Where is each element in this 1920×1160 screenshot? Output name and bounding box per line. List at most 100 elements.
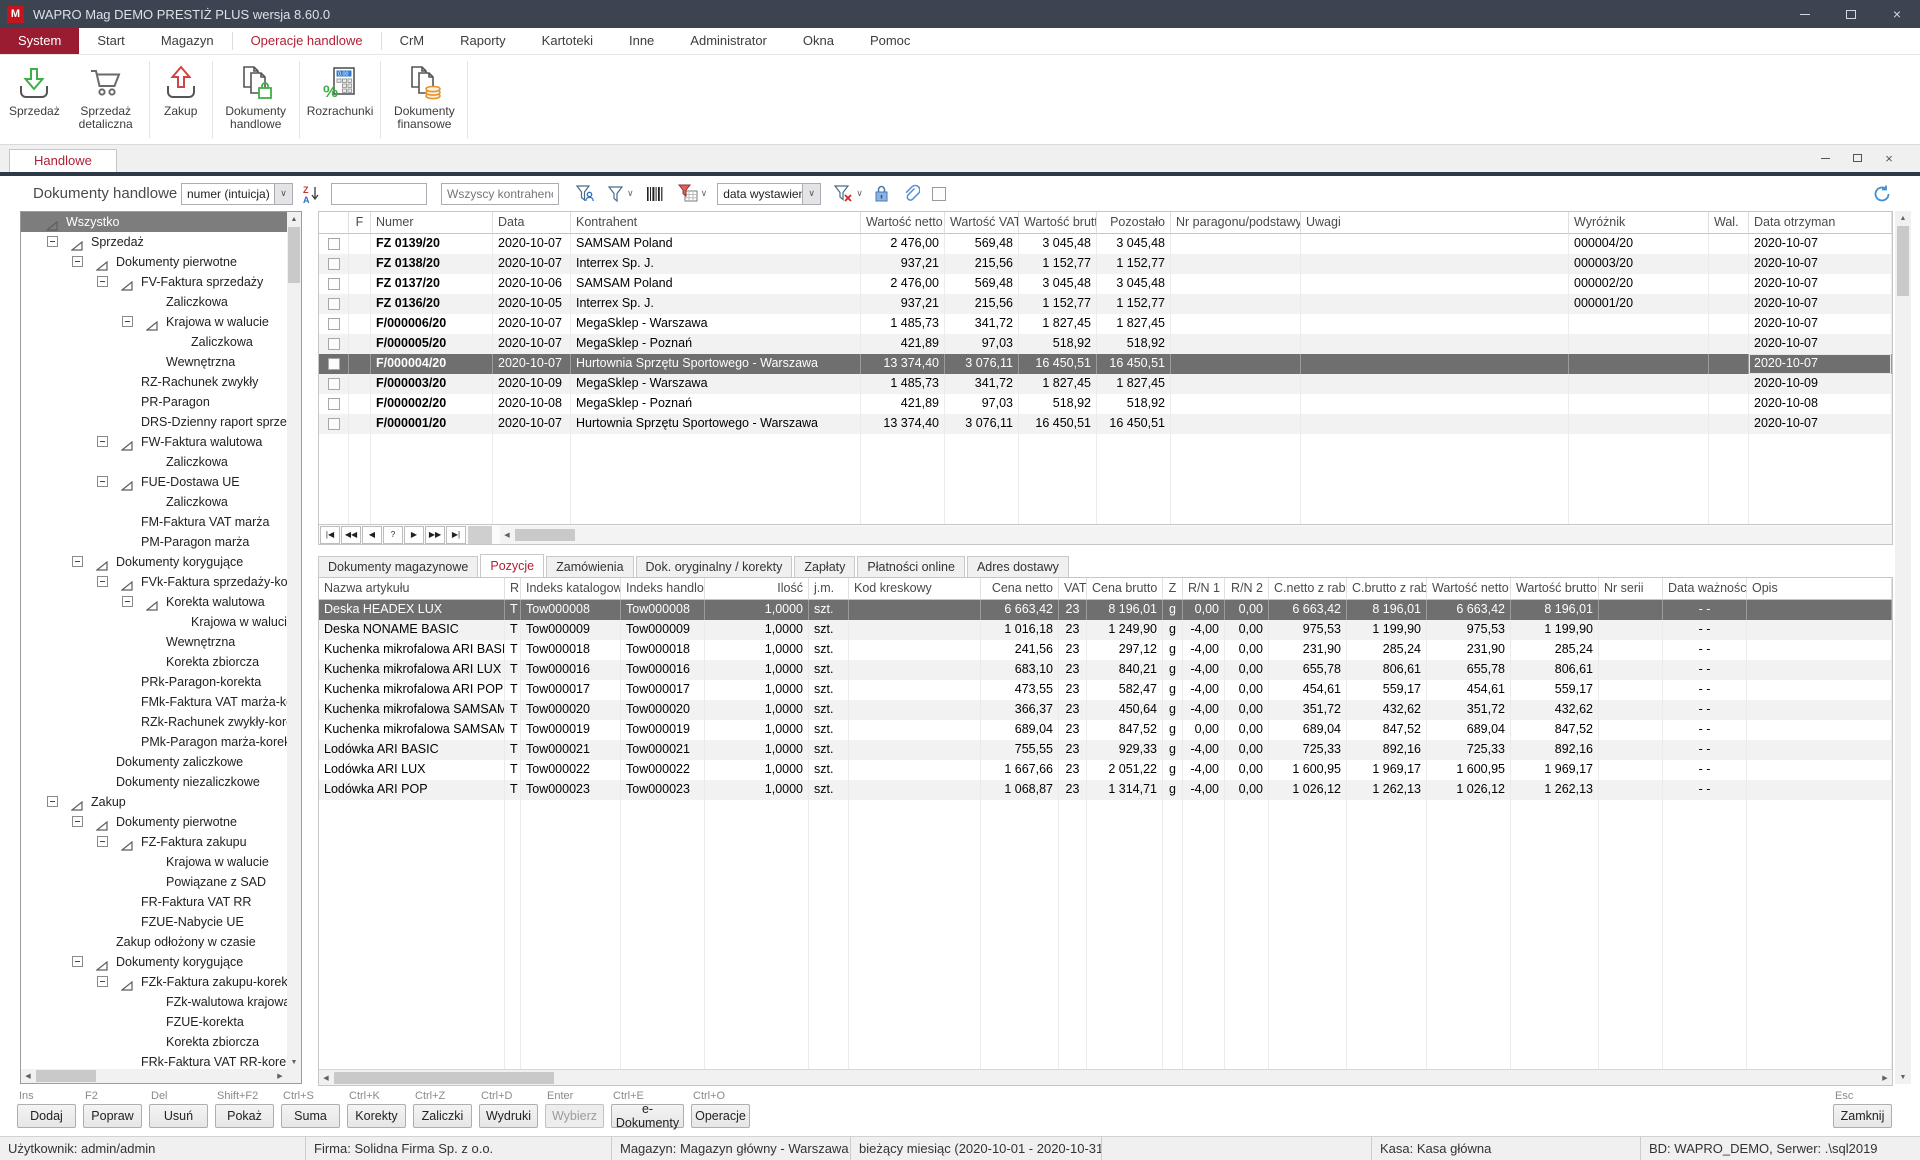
position-row[interactable]: Kuchenka mikrofalowa ARI LUXTTow000016To… bbox=[319, 660, 1892, 680]
tree-item-powi-zane-z-sad[interactable]: Powiązane z SAD bbox=[21, 872, 287, 892]
position-row[interactable]: Kuchenka mikrofalowa SAMSAM BATTow000020… bbox=[319, 700, 1892, 720]
scroll-left-icon[interactable]: ◀ bbox=[319, 1071, 333, 1085]
column-header-f[interactable]: F bbox=[349, 212, 371, 234]
tree-item-krajowa-w-walucie[interactable]: Krajowa w walucie bbox=[21, 312, 287, 332]
clear-filter-icon[interactable] bbox=[833, 184, 853, 203]
tree-item-dokumenty-koryguj-ce[interactable]: Dokumenty korygujące bbox=[21, 952, 287, 972]
column-header-blank[interactable] bbox=[319, 212, 349, 234]
zaliczki-button[interactable]: Zaliczki bbox=[413, 1104, 472, 1128]
column-header-wal[interactable]: Wal. bbox=[1709, 212, 1749, 234]
tree-item-fmk-faktura-vat-mar-a-korekta[interactable]: FMk-Faktura VAT marża-korekta bbox=[21, 692, 287, 712]
column-header-data-wa-no-ci[interactable]: Data ważności bbox=[1663, 578, 1747, 600]
row-checkbox[interactable] bbox=[328, 298, 340, 310]
toolbar-button-sprzeda-detaliczna[interactable]: Sprzedaż detaliczna bbox=[65, 55, 147, 144]
tree-item-fzk-walutowa-krajowa[interactable]: FZk-walutowa krajowa bbox=[21, 992, 287, 1012]
detail-tab-zam-wienia[interactable]: Zamówienia bbox=[546, 556, 633, 577]
menu-item-inne[interactable]: Inne bbox=[611, 28, 672, 54]
tree-item-fw-faktura-walutowa[interactable]: FW-Faktura walutowa bbox=[21, 432, 287, 452]
menu-item-operacje-handlowe[interactable]: Operacje handlowe bbox=[233, 28, 381, 54]
expand-collapse-icon[interactable] bbox=[122, 596, 133, 607]
column-header-uwagi[interactable]: Uwagi bbox=[1301, 212, 1569, 234]
column-header-c-brutto-z-rab[interactable]: C.brutto z rab. bbox=[1347, 578, 1427, 600]
contractor-filter-input[interactable] bbox=[441, 183, 559, 205]
navigator-button[interactable]: |◀ bbox=[320, 526, 340, 544]
menu-item-okna[interactable]: Okna bbox=[785, 28, 852, 54]
tree-item-wszystko[interactable]: Wszystko bbox=[21, 212, 287, 232]
e-dokumenty-button[interactable]: e-Dokumenty bbox=[611, 1104, 684, 1128]
column-header-data[interactable]: Data bbox=[493, 212, 571, 234]
tree-item-korekta-zbiorcza[interactable]: Korekta zbiorcza bbox=[21, 652, 287, 672]
scrollbar-thumb[interactable] bbox=[334, 1072, 554, 1084]
tree-item-zaliczkowa[interactable]: Zaliczkowa bbox=[21, 332, 287, 352]
popraw-button[interactable]: Popraw bbox=[83, 1104, 142, 1128]
operacje-button[interactable]: Operacje bbox=[691, 1104, 750, 1128]
column-header-j-m[interactable]: j.m. bbox=[809, 578, 849, 600]
tree-item-dokumenty-koryguj-ce[interactable]: Dokumenty korygujące bbox=[21, 552, 287, 572]
row-checkbox[interactable] bbox=[328, 238, 340, 250]
navigator-button[interactable]: ? bbox=[383, 526, 403, 544]
document-row[interactable]: FZ 0136/202020-10-05Interrex Sp. J.937,2… bbox=[319, 294, 1892, 314]
detail-tab-adres-dostawy[interactable]: Adres dostawy bbox=[967, 556, 1069, 577]
expand-collapse-icon[interactable] bbox=[97, 436, 108, 447]
navigator-button[interactable]: ▶ bbox=[404, 526, 424, 544]
menu-item-administrator[interactable]: Administrator bbox=[672, 28, 785, 54]
inner-minimize-button[interactable] bbox=[1812, 149, 1838, 167]
row-checkbox[interactable] bbox=[328, 398, 340, 410]
sort-za-icon[interactable]: ZA bbox=[301, 184, 321, 204]
row-checkbox[interactable] bbox=[328, 258, 340, 270]
scroll-left-icon[interactable]: ◀ bbox=[21, 1069, 35, 1083]
minimize-button[interactable] bbox=[1782, 0, 1828, 28]
column-header-c-netto-z-rab[interactable]: C.netto z rab. bbox=[1269, 578, 1347, 600]
menu-item-system[interactable]: System bbox=[0, 28, 79, 54]
documents-horizontal-scrollbar[interactable]: ◀ bbox=[500, 526, 1892, 544]
row-checkbox[interactable] bbox=[328, 418, 340, 430]
tree-item-zakup-od-o-ony-w-czasie[interactable]: Zakup odłożony w czasie bbox=[21, 932, 287, 952]
row-checkbox[interactable] bbox=[328, 318, 340, 330]
tree-item-rz-rachunek-zwyk-y[interactable]: RZ-Rachunek zwykły bbox=[21, 372, 287, 392]
expand-collapse-icon[interactable] bbox=[72, 256, 83, 267]
expand-collapse-icon[interactable] bbox=[97, 576, 108, 587]
scroll-right-icon[interactable]: ▶ bbox=[273, 1069, 287, 1083]
document-row[interactable]: FZ 0139/202020-10-07SAMSAM Poland2 476,0… bbox=[319, 234, 1892, 254]
expand-collapse-icon[interactable] bbox=[47, 236, 58, 247]
tree-item-dokumenty-niezaliczkowe[interactable]: Dokumenty niezaliczkowe bbox=[21, 772, 287, 792]
document-row[interactable]: F/000006/202020-10-07MegaSklep - Warszaw… bbox=[319, 314, 1892, 334]
position-row[interactable]: Kuchenka mikrofalowa ARI BASICTTow000018… bbox=[319, 640, 1892, 660]
column-header-r-n-2[interactable]: R/N 2 bbox=[1225, 578, 1269, 600]
position-row[interactable]: Lodówka ARI POPTTow000023Tow0000231,0000… bbox=[319, 780, 1892, 800]
filter-icon[interactable] bbox=[607, 185, 624, 203]
tree-item-zaliczkowa[interactable]: Zaliczkowa bbox=[21, 292, 287, 312]
tree-item-fr-faktura-vat-rr[interactable]: FR-Faktura VAT RR bbox=[21, 892, 287, 912]
expand-collapse-icon[interactable] bbox=[122, 316, 133, 327]
tree-item-wewn-trzna[interactable]: Wewnętrzna bbox=[21, 352, 287, 372]
usu-button[interactable]: Usuń bbox=[149, 1104, 208, 1128]
column-header-warto-netto[interactable]: Wartość netto bbox=[861, 212, 945, 234]
toolbar-button-dokumenty-finansowe[interactable]: Dokumenty finansowe bbox=[383, 55, 465, 144]
tab-handlowe[interactable]: Handlowe bbox=[9, 149, 117, 172]
tree-item-dokumenty-zaliczkowe[interactable]: Dokumenty zaliczkowe bbox=[21, 752, 287, 772]
tree-item-pmk-paragon-mar-a-korekta[interactable]: PMk-Paragon marża-korekta bbox=[21, 732, 287, 752]
column-header-indeks-handlowy[interactable]: Indeks handlowy bbox=[621, 578, 705, 600]
column-header-kontrahent[interactable]: Kontrahent bbox=[571, 212, 861, 234]
row-checkbox[interactable] bbox=[328, 378, 340, 390]
column-header-kod-kreskowy[interactable]: Kod kreskowy bbox=[849, 578, 981, 600]
column-header-warto-brutto[interactable]: Wartość brutto bbox=[1019, 212, 1097, 234]
position-row[interactable]: Lodówka ARI LUXTTow000022Tow0000221,0000… bbox=[319, 760, 1892, 780]
scrollbar-thumb[interactable] bbox=[36, 1070, 96, 1082]
filter-table-chevron-icon[interactable]: ∨ bbox=[701, 188, 708, 199]
tree-item-fzk-faktura-zakupu-korekta[interactable]: FZk-Faktura zakupu-korekta bbox=[21, 972, 287, 992]
column-header-nazwa-artyku-u[interactable]: Nazwa artykułu bbox=[319, 578, 505, 600]
expand-collapse-icon[interactable] bbox=[97, 836, 108, 847]
tree-item-fz-faktura-zakupu[interactable]: FZ-Faktura zakupu bbox=[21, 832, 287, 852]
navigator-button[interactable]: ◀ bbox=[362, 526, 382, 544]
poka-button[interactable]: Pokaż bbox=[215, 1104, 274, 1128]
document-row[interactable]: FZ 0138/202020-10-07Interrex Sp. J.937,2… bbox=[319, 254, 1892, 274]
detail-tab-dok-oryginalny-korekty[interactable]: Dok. oryginalny / korekty bbox=[636, 556, 793, 577]
position-row[interactable]: Kuchenka mikrofalowa ARI POPTTow000017To… bbox=[319, 680, 1892, 700]
tree-item-korekta-walutowa[interactable]: Korekta walutowa bbox=[21, 592, 287, 612]
positions-horizontal-scrollbar[interactable]: ◀▶ bbox=[319, 1069, 1892, 1085]
tree-item-sprzeda[interactable]: Sprzedaż bbox=[21, 232, 287, 252]
refresh-icon[interactable] bbox=[1872, 184, 1892, 204]
scroll-down-icon[interactable]: ▼ bbox=[287, 1055, 301, 1069]
row-checkbox[interactable] bbox=[328, 278, 340, 290]
